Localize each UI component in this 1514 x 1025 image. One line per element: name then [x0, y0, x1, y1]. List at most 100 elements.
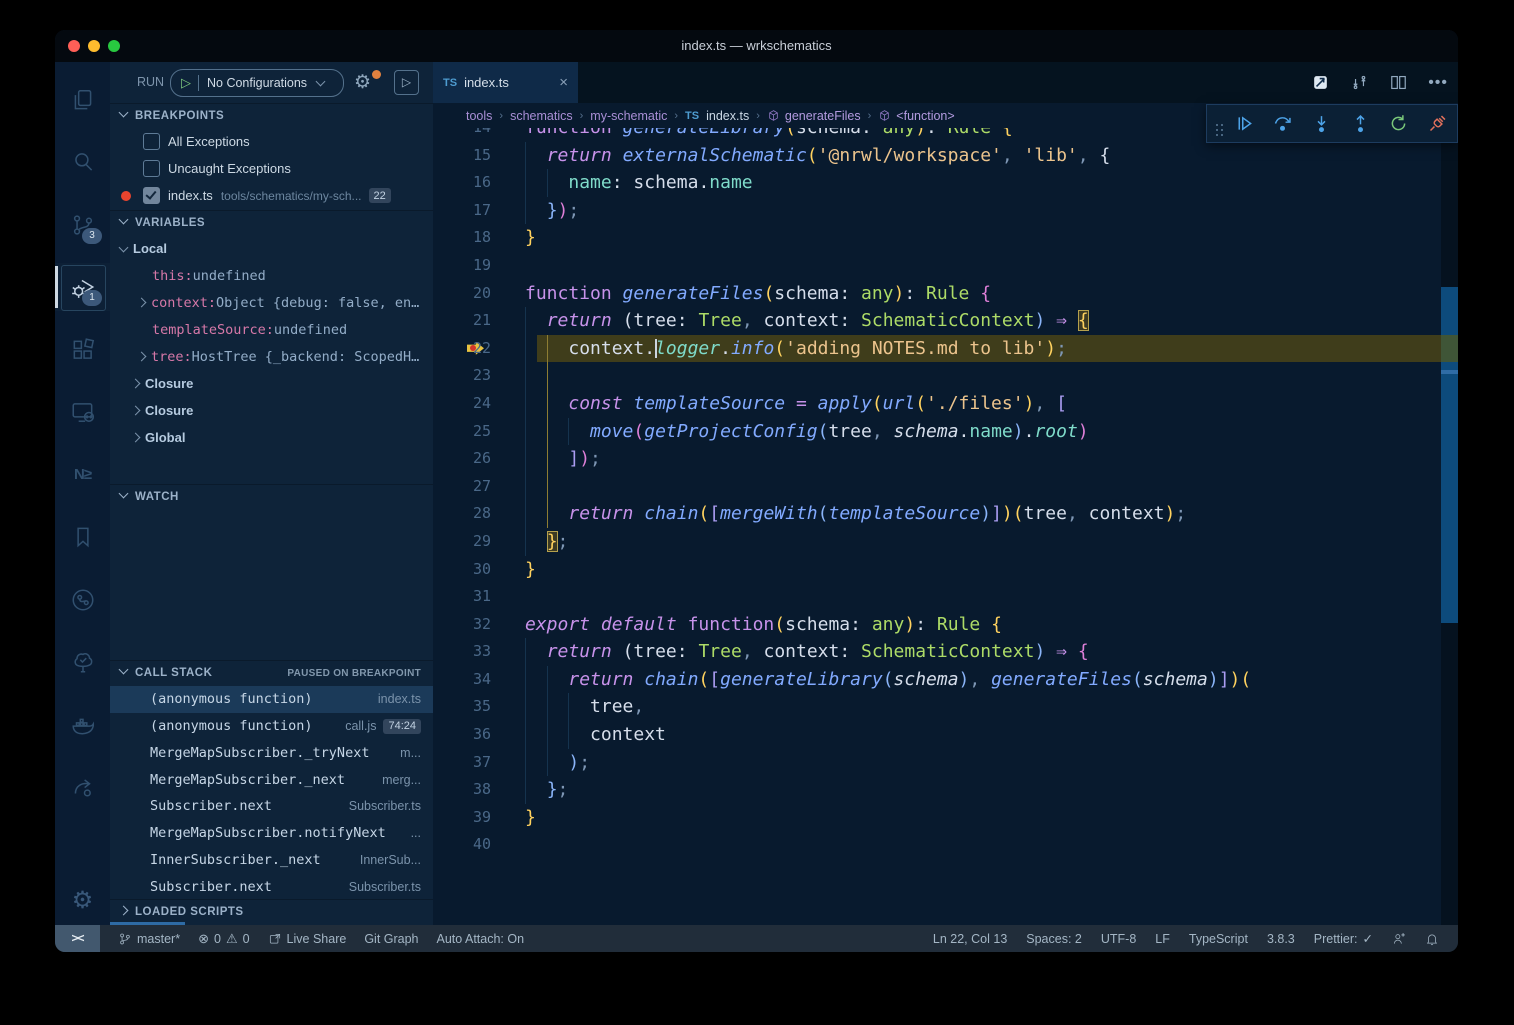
- code-line[interactable]: 32export default function(schema: any): …: [433, 611, 1441, 639]
- variables-scope-row[interactable]: Closure: [110, 370, 433, 397]
- breakpoint-checkbox[interactable]: [143, 133, 160, 150]
- feedback-item[interactable]: [1392, 932, 1406, 946]
- extensions-icon[interactable]: [55, 326, 110, 374]
- code-line[interactable]: 24 const templateSource = apply(url('./f…: [433, 390, 1441, 418]
- code-line[interactable]: 30}: [433, 556, 1441, 584]
- code-line[interactable]: 33 return (tree: Tree, context: Schemati…: [433, 638, 1441, 666]
- compare-changes-icon[interactable]: [1350, 73, 1369, 92]
- variables-section-header[interactable]: VARIABLES: [110, 210, 433, 236]
- nx-console-icon[interactable]: N≥: [55, 450, 110, 498]
- step-into-button[interactable]: [1311, 113, 1332, 134]
- code-line[interactable]: 20function generateFiles(schema: any): R…: [433, 280, 1441, 308]
- code-line[interactable]: 31: [433, 583, 1441, 611]
- continue-button[interactable]: [1234, 113, 1255, 134]
- search-icon[interactable]: [55, 138, 110, 186]
- more-actions-icon[interactable]: •••: [1428, 74, 1448, 92]
- call-stack-section-header[interactable]: CALL STACK PAUSED ON BREAKPOINT: [110, 660, 433, 686]
- problems-item[interactable]: ⊗ 0 ⚠ 0: [198, 931, 249, 947]
- code-line[interactable]: 22 context.logger.info('adding NOTES.md …: [433, 335, 1441, 363]
- call-stack-frame[interactable]: Subscriber.nextSubscriber.ts: [110, 793, 433, 820]
- run-and-debug-icon[interactable]: 1: [55, 263, 110, 311]
- code-editor[interactable]: 14function generateLibrary(schema: any):…: [433, 128, 1441, 925]
- encoding-item[interactable]: UTF-8: [1101, 932, 1136, 946]
- line-number[interactable]: 21: [433, 307, 491, 335]
- code-line[interactable]: 23: [433, 362, 1441, 390]
- line-number[interactable]: 32: [433, 611, 491, 639]
- live-share-item[interactable]: Live Share: [268, 932, 347, 946]
- breadcrumb-my-schematic[interactable]: my-schematic: [590, 109, 667, 123]
- line-number[interactable]: 28: [433, 500, 491, 528]
- line-number[interactable]: 34: [433, 666, 491, 694]
- breakpoint-row[interactable]: All Exceptions: [110, 128, 433, 155]
- breadcrumb-index-ts[interactable]: index.ts: [706, 109, 749, 123]
- call-stack-frame[interactable]: MergeMapSubscriber._tryNextm...: [110, 740, 433, 767]
- explorer-icon[interactable]: [55, 76, 110, 124]
- line-number[interactable]: 17: [433, 197, 491, 225]
- code-line[interactable]: 16 name: schema.name: [433, 169, 1441, 197]
- restart-button[interactable]: [1388, 113, 1409, 134]
- breadcrumb-function[interactable]: <function>: [896, 109, 954, 123]
- line-number[interactable]: 26: [433, 445, 491, 473]
- code-line[interactable]: 39}: [433, 804, 1441, 832]
- code-line[interactable]: 26 ]);: [433, 445, 1441, 473]
- watch-section-header[interactable]: WATCH: [110, 484, 433, 510]
- line-number[interactable]: 38: [433, 776, 491, 804]
- auto-attach-item[interactable]: Auto Attach: On: [437, 932, 525, 946]
- code-line[interactable]: 25 move(getProjectConfig(tree, schema.na…: [433, 418, 1441, 446]
- line-number[interactable]: 36: [433, 721, 491, 749]
- split-editor-icon[interactable]: [1389, 73, 1408, 92]
- line-number[interactable]: 23: [433, 362, 491, 390]
- indentation-item[interactable]: Spaces: 2: [1026, 932, 1082, 946]
- tab-index-ts[interactable]: TS index.ts ×: [433, 62, 578, 103]
- code-line[interactable]: 38 };: [433, 776, 1441, 804]
- code-line[interactable]: 37 );: [433, 749, 1441, 777]
- live-share-icon[interactable]: [55, 763, 110, 811]
- line-number[interactable]: 35: [433, 693, 491, 721]
- code-line[interactable]: 35 tree,: [433, 693, 1441, 721]
- settings-gear-icon[interactable]: ⚙: [55, 876, 110, 924]
- eol-item[interactable]: LF: [1155, 932, 1170, 946]
- code-line[interactable]: 29 };: [433, 528, 1441, 556]
- code-line[interactable]: 34 return chain([generateLibrary(schema)…: [433, 666, 1441, 694]
- docker-icon[interactable]: [55, 701, 110, 749]
- remote-indicator[interactable]: ><: [55, 925, 100, 952]
- configure-gear-icon[interactable]: ⚙: [354, 71, 371, 94]
- line-number[interactable]: 15: [433, 142, 491, 170]
- line-number[interactable]: 29: [433, 528, 491, 556]
- prettier-item[interactable]: Prettier: ✓: [1314, 931, 1373, 946]
- line-number[interactable]: 25: [433, 418, 491, 446]
- breadcrumb-tools[interactable]: tools: [466, 109, 492, 123]
- breakpoint-checkbox[interactable]: [143, 160, 160, 177]
- source-control-icon[interactable]: 3: [55, 201, 110, 249]
- debug-console-icon[interactable]: ▷: [394, 70, 419, 95]
- code-line[interactable]: 18}: [433, 224, 1441, 252]
- code-line[interactable]: 15 return externalSchematic('@nrwl/works…: [433, 142, 1441, 170]
- breakpoint-checkbox[interactable]: [143, 187, 160, 204]
- line-number[interactable]: 37: [433, 749, 491, 777]
- call-stack-frame[interactable]: MergeMapSubscriber._nextmerg...: [110, 766, 433, 793]
- test-explorer-icon[interactable]: [55, 638, 110, 686]
- variable-row[interactable]: context: Object {debug: false, en…: [110, 289, 433, 316]
- cursor-position-item[interactable]: Ln 22, Col 13: [933, 932, 1007, 946]
- line-number[interactable]: 14: [433, 128, 491, 142]
- line-number[interactable]: 39: [433, 804, 491, 832]
- line-number[interactable]: 18: [433, 224, 491, 252]
- breakpoints-section-header[interactable]: BREAKPOINTS: [110, 103, 433, 129]
- call-stack-frame[interactable]: InnerSubscriber._nextInnerSub...: [110, 847, 433, 874]
- title-bar[interactable]: index.ts — wrkschematics: [55, 30, 1458, 62]
- code-line[interactable]: 17 });: [433, 197, 1441, 225]
- call-stack-frame[interactable]: (anonymous function)call.js74:24: [110, 713, 433, 740]
- launch-configuration-dropdown[interactable]: ▷ No Configurations: [170, 69, 344, 97]
- step-out-button[interactable]: [1350, 113, 1371, 134]
- code-line[interactable]: 21 return (tree: Tree, context: Schemati…: [433, 307, 1441, 335]
- start-debug-icon[interactable]: ▷: [181, 75, 191, 91]
- call-stack-frame[interactable]: MergeMapSubscriber.notifyNext...: [110, 820, 433, 847]
- git-graph-icon[interactable]: [55, 576, 110, 624]
- breakpoint-row[interactable]: Uncaught Exceptions: [110, 155, 433, 182]
- line-number[interactable]: 19: [433, 252, 491, 280]
- line-number[interactable]: 20: [433, 280, 491, 308]
- breadcrumb-schematics[interactable]: schematics: [510, 109, 573, 123]
- line-number[interactable]: 24: [433, 390, 491, 418]
- git-branch-item[interactable]: master*: [118, 932, 180, 946]
- variables-scope-row[interactable]: Global: [110, 424, 433, 451]
